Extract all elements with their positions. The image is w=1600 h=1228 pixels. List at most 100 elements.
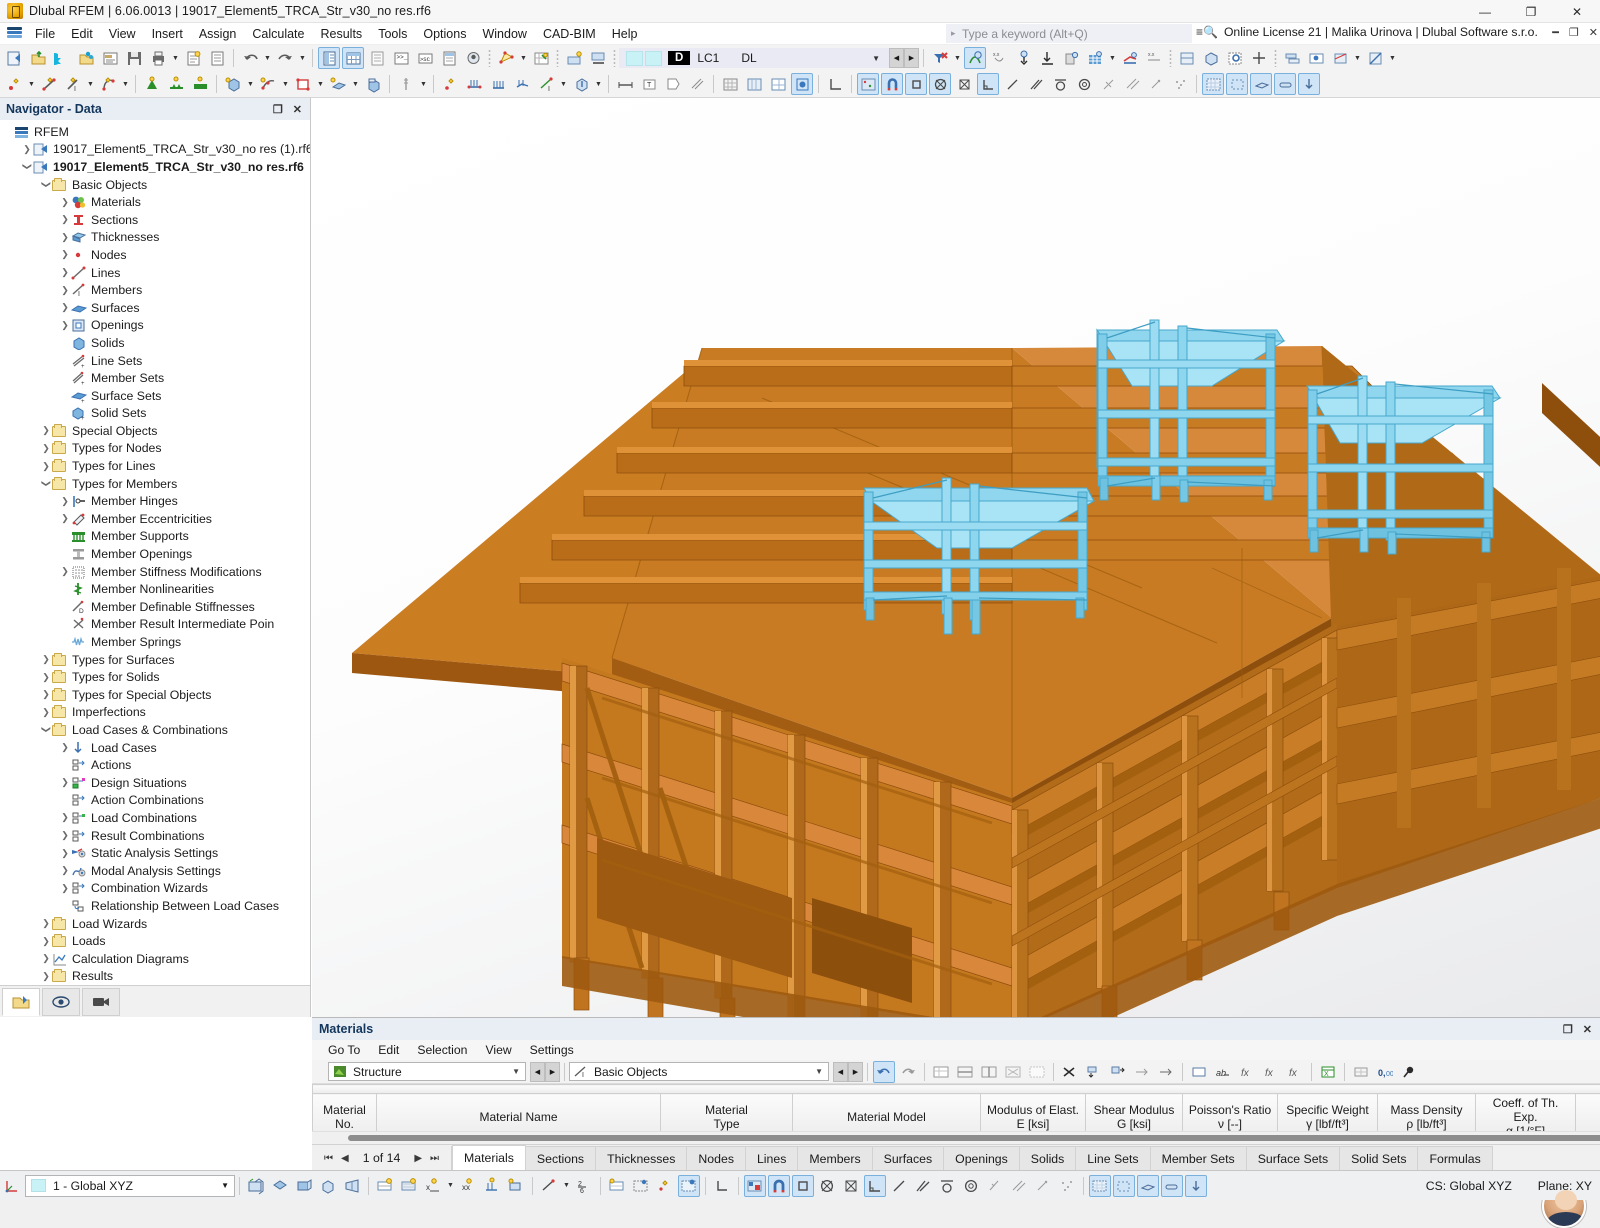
prev-page-button[interactable]: ◀ [339,1153,351,1164]
render-solid-icon[interactable] [398,1175,420,1197]
menu-results[interactable]: Results [313,25,371,43]
close-icon[interactable]: ✕ [1583,1023,1592,1036]
snap-quad-icon[interactable] [960,1175,982,1197]
snap-on-line-icon[interactable] [888,1175,910,1197]
new-surface-dropdown-icon[interactable]: ▼ [120,73,131,95]
structure-next-button[interactable]: ▶ [545,1062,560,1082]
guide-lines2-icon[interactable] [1121,73,1143,95]
tree-item[interactable]: ❯Member Stiffness Modifications [0,563,310,581]
prev-load-case-button[interactable]: ◀ [889,48,904,68]
menu-insert[interactable]: Insert [144,25,191,43]
grid-tab[interactable]: Line Sets [1075,1146,1150,1170]
grid-column-header[interactable]: Shear ModulusG [ksi] [1086,1094,1183,1132]
tree-item[interactable]: Solids [0,334,310,352]
snap-center-icon[interactable] [929,73,951,95]
loads-visible-icon[interactable] [1185,1175,1207,1197]
tree-item[interactable]: ❯Types for Members [0,475,310,493]
measure-icon[interactable] [538,1175,560,1197]
table-settings-icon[interactable] [1350,1061,1372,1083]
chevron-right-icon[interactable]: ❯ [40,918,52,929]
chevron-down-icon[interactable]: ❯ [22,161,33,173]
new-surface-set-dropdown-icon[interactable]: ▼ [350,73,361,95]
keyword-search-input[interactable]: ▸ Type a keyword (Alt+Q) [946,24,1192,43]
tree-item[interactable]: Actions [0,756,310,774]
axes-icon[interactable] [824,73,846,95]
tree-item[interactable]: Action Combinations [0,792,310,810]
grid-column-header[interactable]: Coeff. of Th. Exp.α [1/°F] [1476,1094,1576,1132]
grid-tab[interactable]: Member Sets [1150,1146,1247,1170]
mdi-close-button[interactable]: ✕ [1589,26,1598,39]
snap-perpendicular-icon[interactable] [977,73,999,95]
chevron-down-icon[interactable]: ❯ [41,179,52,191]
snap-quadrant-icon[interactable] [1073,73,1095,95]
tree-item[interactable]: ❯Sections [0,211,310,229]
grid-tab[interactable]: Materials [452,1145,526,1170]
grid-column-header[interactable]: MaterialType [661,1094,793,1132]
materials-grid[interactable]: MaterialNo.Material NameMaterialTypeMate… [312,1084,1600,1131]
result-diagram-icon[interactable] [1119,47,1141,69]
planes-visible-icon[interactable] [1137,1175,1159,1197]
tree-item[interactable]: ❯Types for Surfaces [0,651,310,669]
grid-column-header[interactable]: Poisson's Ratioν [--] [1183,1094,1278,1132]
menu-tools[interactable]: Tools [370,25,415,43]
origin-axes-icon[interactable] [711,1175,733,1197]
objects-prev-button[interactable]: ◀ [833,1062,848,1082]
chevron-right-icon[interactable]: ❯ [59,197,71,208]
undo-table-icon[interactable] [873,1061,895,1083]
redo-icon[interactable] [274,47,296,69]
snap-tangent-icon[interactable] [1049,73,1071,95]
solid-results-icon[interactable] [1060,47,1082,69]
redo-dropdown-icon[interactable]: ▼ [297,47,308,69]
label-display-icon[interactable] [505,1175,527,1197]
insert-row-icon[interactable] [954,1061,976,1083]
line-support-icon[interactable] [165,73,187,95]
tree-item[interactable]: ❯Types for Nodes [0,440,310,458]
structure-combo[interactable]: Structure ▼ [328,1062,526,1081]
result-grid-dropdown-icon[interactable]: ▼ [1107,47,1118,69]
mesh-icon[interactable] [719,73,741,95]
table-menu-view[interactable]: View [485,1043,511,1057]
chevron-right-icon[interactable]: ❯ [59,865,71,876]
table-menu-settings[interactable]: Settings [530,1043,574,1057]
new-text-icon[interactable]: T [638,73,660,95]
new-node-bottom-icon[interactable] [587,47,609,69]
nodal-support-icon[interactable] [141,73,163,95]
chevron-right-icon[interactable]: ❯ [59,302,71,313]
chevron-right-icon[interactable]: ❯ [59,777,71,788]
tree-item[interactable]: ❯Combination Wizards [0,880,310,898]
menu-edit[interactable]: Edit [63,25,101,43]
tree-item[interactable]: Member Supports [0,528,310,546]
grid-column-header[interactable]: MaterialNo. [313,1094,377,1132]
grid-tab[interactable]: Sections [525,1146,596,1170]
frame-visible-icon[interactable] [1113,1175,1135,1197]
clipping-icon[interactable] [1329,47,1351,69]
new-member-dropdown-icon[interactable]: ▼ [85,73,96,95]
visibility-icon[interactable] [1305,47,1327,69]
tree-item[interactable]: Member Result Intermediate Poin [0,616,310,634]
grid-column-header[interactable]: Material Model [793,1094,981,1132]
numbering-dropdown-icon[interactable]: ▼ [445,1175,456,1197]
new-solid-dropdown-icon[interactable]: ▼ [245,73,256,95]
fill-series-icon[interactable] [1131,1061,1153,1083]
chevron-right-icon[interactable]: ❯ [40,425,52,436]
show-planes-icon[interactable] [1250,73,1272,95]
surface-support-icon[interactable] [189,73,211,95]
mesh-display-icon[interactable] [630,1175,652,1197]
objects-combo[interactable]: I Basic Objects ▼ [569,1062,829,1081]
tree-item[interactable]: ❯IMembers [0,281,310,299]
view-cube-icon[interactable] [1200,47,1222,69]
new-line-set-dropdown-icon[interactable]: ▼ [280,73,291,95]
grid-tab[interactable]: Openings [943,1146,1020,1170]
load-case-selector[interactable]: D LC1 DL ▼ [619,48,889,68]
show-frame-icon[interactable] [1226,73,1248,95]
measure-dropdown-icon[interactable]: ▼ [561,1175,572,1197]
table-menu-selection[interactable]: Selection [417,1043,467,1057]
surface-load-icon[interactable] [511,73,533,95]
tree-item[interactable]: Member Nonlinearities [0,580,310,598]
show-deformations-icon[interactable] [964,47,986,69]
solid-load-dropdown-icon[interactable]: ▼ [593,73,604,95]
perspective-view-icon[interactable] [341,1175,363,1197]
dimension-display-icon[interactable]: xx [457,1175,479,1197]
new-tag-icon[interactable] [662,73,684,95]
undock-icon[interactable]: ❐ [273,103,283,116]
